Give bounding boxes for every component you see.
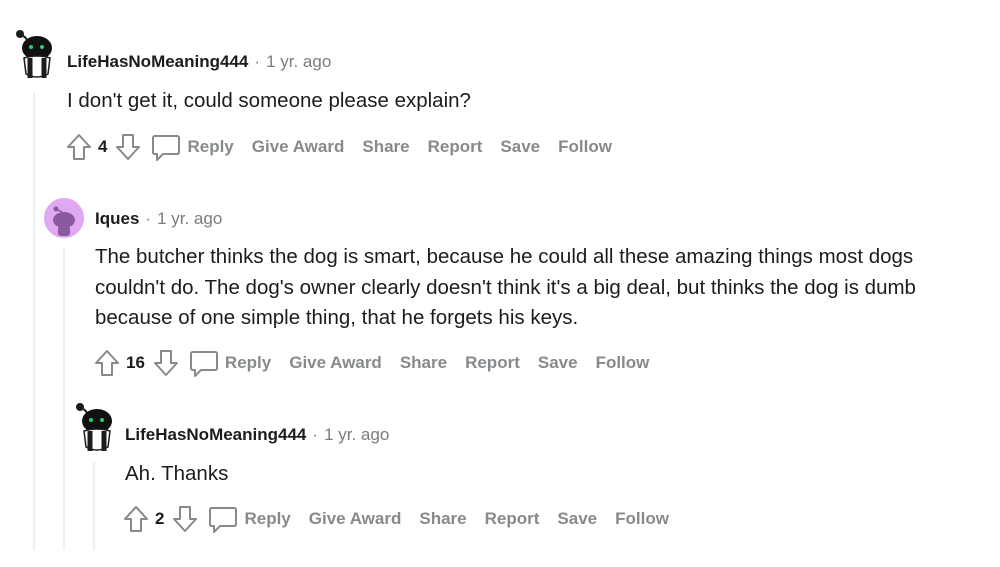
give-award-button[interactable]: Give Award — [252, 137, 345, 157]
snoo-avatar-dark-icon — [76, 403, 112, 451]
comment-body: The butcher thinks the dog is smart, bec… — [95, 245, 916, 329]
save-button[interactable]: Save — [500, 137, 540, 157]
username[interactable]: Iques — [95, 209, 139, 229]
upvote-arrow-icon[interactable] — [64, 132, 94, 162]
follow-button[interactable]: Follow — [596, 353, 650, 373]
timestamp[interactable]: 1 yr. ago — [324, 425, 389, 445]
separator-dot: · — [145, 209, 152, 228]
speech-bubble-icon[interactable] — [189, 348, 219, 378]
save-button[interactable]: Save — [557, 509, 597, 529]
report-button[interactable]: Report — [428, 137, 483, 157]
username[interactable]: LifeHasNoMeaning444 — [67, 52, 248, 72]
timestamp[interactable]: 1 yr. ago — [157, 209, 222, 229]
comment-body: I don't get it, could someone please exp… — [67, 89, 471, 112]
share-button[interactable]: Share — [419, 509, 466, 529]
thread-line-level-2[interactable] — [63, 248, 65, 550]
thread-line-level-3[interactable] — [93, 462, 95, 550]
vote-score: 2 — [155, 509, 165, 528]
share-button[interactable]: Share — [362, 137, 409, 157]
vote-score: 16 — [126, 353, 145, 372]
speech-bubble-icon[interactable] — [208, 504, 238, 534]
username[interactable]: LifeHasNoMeaning444 — [125, 425, 306, 445]
give-award-button[interactable]: Give Award — [289, 353, 382, 373]
user-avatar[interactable] — [74, 401, 114, 455]
comment-body: Ah. Thanks — [125, 462, 229, 485]
report-button[interactable]: Report — [485, 509, 540, 529]
separator-dot: · — [312, 425, 319, 444]
thread-line-level-1[interactable] — [33, 92, 35, 550]
user-avatar[interactable] — [14, 28, 54, 82]
downvote-arrow-icon[interactable] — [113, 132, 143, 162]
share-button[interactable]: Share — [400, 353, 447, 373]
downvote-arrow-icon[interactable] — [170, 504, 200, 534]
upvote-arrow-icon[interactable] — [121, 504, 151, 534]
comment-header: LifeHasNoMeaning444 · 1 yr. ago — [67, 52, 331, 72]
follow-button[interactable]: Follow — [615, 509, 669, 529]
upvote-arrow-icon[interactable] — [92, 348, 122, 378]
downvote-arrow-icon[interactable] — [151, 348, 181, 378]
speech-bubble-icon[interactable] — [151, 132, 181, 162]
comment-actions: 4 Reply Give Award Share Report Save Fol… — [64, 131, 630, 163]
timestamp[interactable]: 1 yr. ago — [266, 52, 331, 72]
reply-button[interactable]: Reply — [187, 137, 233, 157]
comment-header: LifeHasNoMeaning444 · 1 yr. ago — [125, 425, 389, 445]
follow-button[interactable]: Follow — [558, 137, 612, 157]
save-button[interactable]: Save — [538, 353, 578, 373]
report-button[interactable]: Report — [465, 353, 520, 373]
snoo-avatar-purple-icon — [44, 198, 84, 238]
give-award-button[interactable]: Give Award — [309, 509, 402, 529]
comment-actions: 16 Reply Give Award Share Report Save Fo… — [92, 347, 667, 379]
snoo-avatar-dark-icon — [16, 30, 52, 78]
user-avatar[interactable] — [44, 198, 84, 238]
reply-button[interactable]: Reply — [244, 509, 290, 529]
comment-header: Iques · 1 yr. ago — [95, 209, 222, 229]
separator-dot: · — [254, 52, 261, 71]
vote-score: 4 — [98, 137, 108, 156]
comment-actions: 2 Reply Give Award Share Report Save Fol… — [121, 503, 687, 535]
reply-button[interactable]: Reply — [225, 353, 271, 373]
